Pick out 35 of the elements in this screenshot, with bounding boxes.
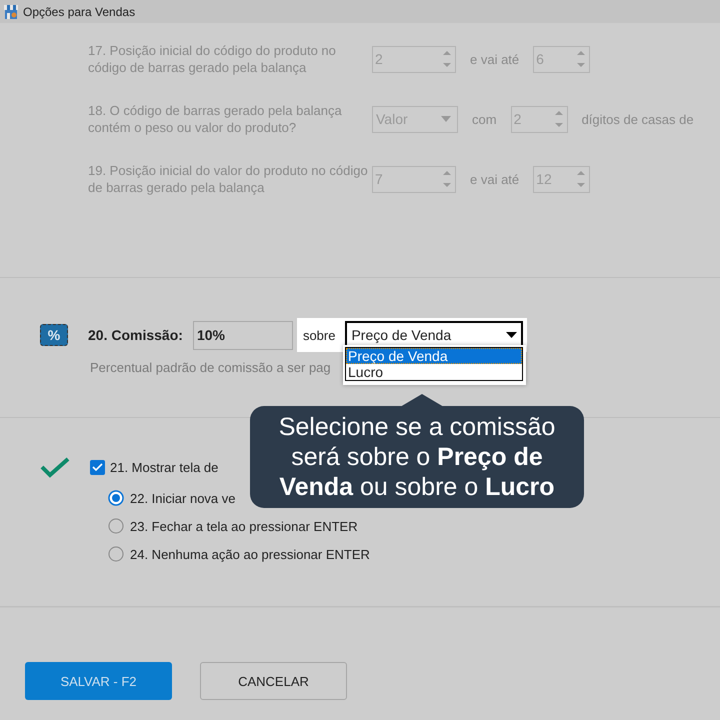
commission-label: 20. Comissão: xyxy=(88,327,183,343)
hint-text: Percentual padrão de comissão a ser pag xyxy=(90,360,331,375)
spinner-arrows-icon[interactable] xyxy=(443,170,451,188)
tooltip: Selecione se a comissão será sobre o Preço de Venda ou sobre o Lucro xyxy=(250,406,584,508)
caret-icon xyxy=(506,332,518,338)
field-label: e vai até xyxy=(470,172,520,186)
spinner-arrows-icon[interactable] xyxy=(577,170,586,188)
cancel-button[interactable]: CANCELAR xyxy=(200,662,347,700)
spinner-arrows-icon[interactable] xyxy=(443,50,451,68)
store-icon xyxy=(3,4,19,20)
checkmark-icon xyxy=(40,456,70,478)
dropdown-option[interactable]: Lucro xyxy=(346,364,522,380)
radio-label: 24. Nenhuma ação ao pressionar ENTER xyxy=(130,546,370,562)
radio-button[interactable] xyxy=(108,490,124,506)
save-button[interactable]: SALVAR - F2 xyxy=(25,662,172,700)
radio-button[interactable] xyxy=(108,546,124,562)
field-label: e vai até xyxy=(470,52,520,66)
checkbox-label: 21. Mostrar tela de xyxy=(110,460,218,474)
option-label: 19. Posição inicial do valor do produto no código de barras gerado pela balança xyxy=(88,162,369,196)
spinner-arrows-icon[interactable] xyxy=(554,110,563,128)
commission-field[interactable]: 10% xyxy=(192,320,293,350)
dropdown-option[interactable]: Preço de Venda xyxy=(346,348,522,364)
window-title: Opções para Vendas xyxy=(23,4,136,18)
option-label: 18. O código de barras gerado pela balança contém o peso ou valor do produto? xyxy=(88,102,343,136)
checkbox[interactable] xyxy=(90,460,105,474)
percent-icon: % xyxy=(40,324,68,346)
spinner-arrows-icon[interactable] xyxy=(577,50,586,68)
option-label: 17. Posição inicial do código do produto no código de barras gerado pela balança xyxy=(88,42,337,76)
sobre-label: sobre xyxy=(302,328,336,342)
radio-button[interactable] xyxy=(108,518,124,534)
radio-label: 23. Fechar a tela ao pressionar ENTER xyxy=(130,518,358,534)
field-label: com xyxy=(472,112,497,126)
radio-label: 22. Iniciar nova ve xyxy=(130,490,236,506)
field-label: dígitos de casas de xyxy=(582,112,694,126)
caret-icon xyxy=(441,116,451,122)
